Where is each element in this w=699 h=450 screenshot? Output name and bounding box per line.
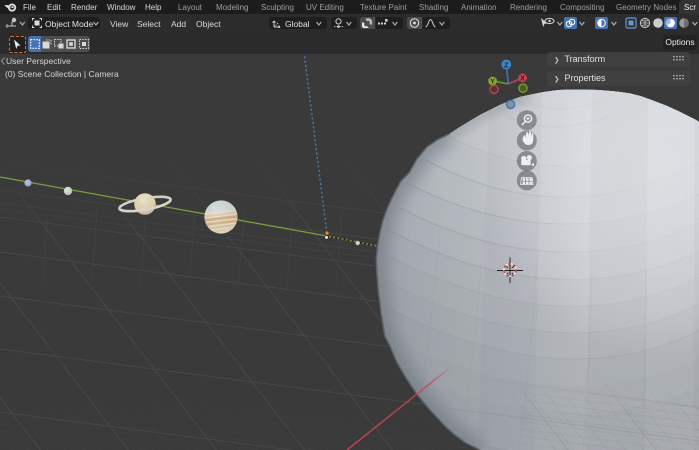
svg-text:Z: Z [504,60,509,69]
svg-text:X: X [520,76,525,83]
